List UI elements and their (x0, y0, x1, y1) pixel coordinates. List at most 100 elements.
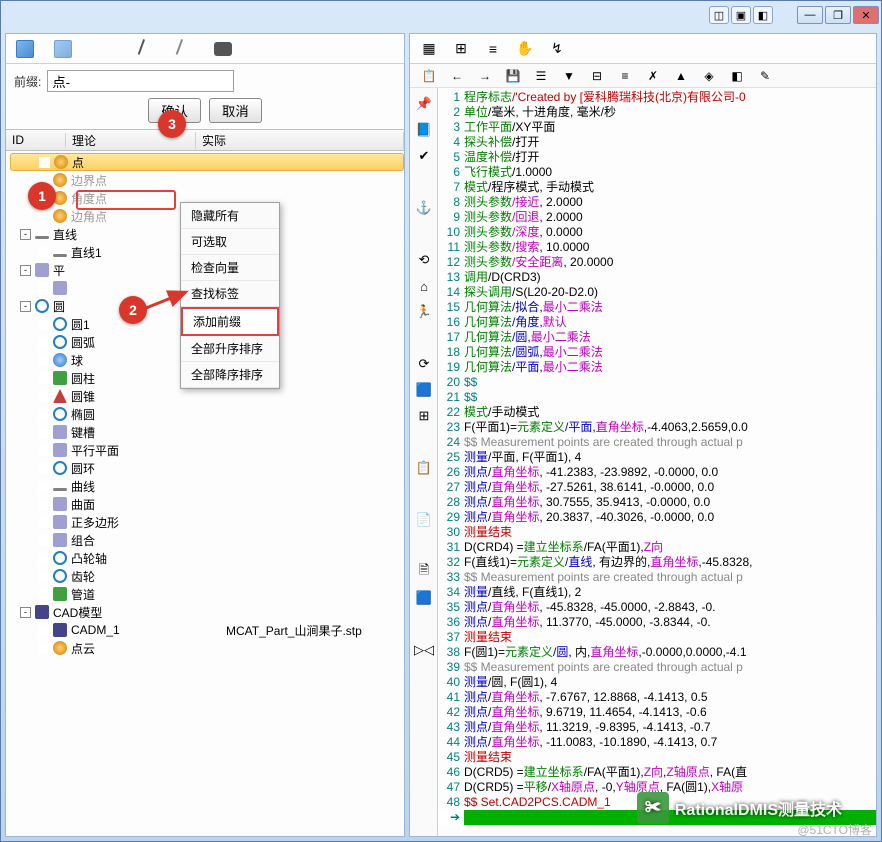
titlebar-icon-a[interactable]: ◫ (709, 6, 729, 24)
code-line[interactable]: 13调用/D(CRD3) (438, 270, 876, 285)
code-line[interactable]: 31D(CRD4) = 建立坐标系/FA(平面1), Z向 (438, 540, 876, 555)
code-line[interactable]: 43 测点/直角坐标, 11.3219, -9.8395, -4.1413, -… (438, 720, 876, 735)
subtoolbar-icon[interactable]: ✗ (644, 67, 662, 85)
gutter-icon[interactable]: ⊞ (414, 406, 434, 426)
code-line[interactable]: 19几何算法/平面, 最小二乘法 (438, 360, 876, 375)
code-line[interactable]: 44 测点/直角坐标, -11.0083, -10.1890, -4.1413,… (438, 735, 876, 750)
tree-toggle[interactable]: - (20, 607, 31, 618)
code-line[interactable]: 5温度补偿/打开 (438, 150, 876, 165)
tree-node[interactable]: 平行平面 (10, 441, 404, 459)
code-line[interactable]: 22模式/手动模式 (438, 405, 876, 420)
tree-node[interactable]: 点云 (10, 639, 404, 657)
tree-node[interactable]: 齿轮 (10, 567, 404, 585)
gutter-icon[interactable]: ▷◁ (414, 640, 434, 660)
toolbar-icon[interactable]: ✋ (516, 40, 534, 58)
toolbar-icon[interactable]: ⊞ (452, 40, 470, 58)
tree-node[interactable]: 曲面 (10, 495, 404, 513)
gutter-icon[interactable]: ⌂ (414, 276, 434, 296)
gutter-icon[interactable]: 📋 (414, 458, 434, 478)
code-line[interactable]: 3工作平面/XY平面 (438, 120, 876, 135)
tree-node[interactable]: -CAD模型 (10, 603, 404, 621)
menu-item[interactable]: 查找标签 (181, 281, 279, 307)
maximize-button[interactable]: ❐ (825, 6, 851, 24)
cancel-button[interactable]: 取消 (209, 98, 262, 123)
code-line[interactable]: 32F(直线1)=元素定义/直线, 有边界的,直角坐标,-45.8328, (438, 555, 876, 570)
code-line[interactable]: 12测头参数/安全距离, 20.0000 (438, 255, 876, 270)
gutter-icon[interactable]: 📘 (414, 120, 434, 140)
tree-node[interactable]: 正多边形 (10, 513, 404, 531)
code-line[interactable]: 27 测点/直角坐标, -27.5261, 38.6141, -0.0000, … (438, 480, 876, 495)
code-line[interactable]: 46D(CRD5) = 建立坐标系/FA(平面1), Z向, Z轴原点, FA(… (438, 765, 876, 780)
code-line[interactable]: 9测头参数/回退, 2.0000 (438, 210, 876, 225)
titlebar-icon-c[interactable]: ◧ (753, 6, 773, 24)
tree-node[interactable]: 边界点 (10, 171, 404, 189)
gutter-icon[interactable]: ✔ (414, 146, 434, 166)
code-line[interactable]: 14探头调用/S(L20-20-D2.0) (438, 285, 876, 300)
code-line[interactable]: 34测量/直线, F(直线1), 2 (438, 585, 876, 600)
menu-item[interactable]: 隐藏所有 (181, 203, 279, 229)
code-line[interactable]: 28 测点/直角坐标, 30.7555, 35.9413, -0.0000, 0… (438, 495, 876, 510)
close-button[interactable]: ✕ (853, 6, 879, 24)
gutter-icon[interactable]: ⟲ (414, 250, 434, 270)
code-line[interactable]: 6飞行模式/1.0000 (438, 165, 876, 180)
code-line[interactable]: 21$$ (438, 390, 876, 405)
subtoolbar-icon[interactable]: ⊟ (588, 67, 606, 85)
code-line[interactable]: 23F(平面1)=元素定义/平面, 直角坐标,-4.4063,2.5659,0.… (438, 420, 876, 435)
subtoolbar-icon[interactable]: ☰ (532, 67, 550, 85)
subtoolbar-icon[interactable]: ← (448, 67, 466, 85)
gutter-icon[interactable]: ⚓ (414, 198, 434, 218)
minimize-button[interactable]: — (797, 6, 823, 24)
code-line[interactable]: 16几何算法/角度, 默认 (438, 315, 876, 330)
cube-icon[interactable] (14, 38, 36, 60)
tree-node[interactable]: 椭圆 (10, 405, 404, 423)
menu-item[interactable]: 检查向量 (181, 255, 279, 281)
tree-toggle[interactable]: - (20, 301, 31, 312)
subtoolbar-icon[interactable]: → (476, 67, 494, 85)
code-line[interactable]: 17几何算法/圆, 最小二乘法 (438, 330, 876, 345)
tree-node[interactable]: 曲线 (10, 477, 404, 495)
gutter-icon[interactable]: ⟳ (414, 354, 434, 374)
pin-icon[interactable] (136, 38, 158, 60)
code-line[interactable]: 35 测点/直角坐标, -45.8328, -45.0000, -2.8843,… (438, 600, 876, 615)
camera-icon[interactable] (212, 38, 234, 60)
code-line[interactable]: 20$$ (438, 375, 876, 390)
toolbar-icon[interactable]: ↯ (548, 40, 566, 58)
code-line[interactable]: 11测头参数/搜索, 10.0000 (438, 240, 876, 255)
code-line[interactable]: 18几何算法/圆弧, 最小二乘法 (438, 345, 876, 360)
menu-item[interactable]: 可选取 (181, 229, 279, 255)
code-line[interactable]: 4探头补偿/打开 (438, 135, 876, 150)
toolbar-icon[interactable]: ▦ (420, 40, 438, 58)
code-line[interactable]: 8测头参数/接近, 2.0000 (438, 195, 876, 210)
gutter-icon[interactable]: 📌 (414, 94, 434, 114)
cube2-icon[interactable] (52, 38, 74, 60)
code-line[interactable]: 10测头参数/深度, 0.0000 (438, 225, 876, 240)
code-line[interactable]: 36 测点/直角坐标, 11.3770, -45.0000, -3.8344, … (438, 615, 876, 630)
tree-toggle[interactable]: - (20, 229, 31, 240)
code-line[interactable]: 25测量/平面, F(平面1), 4 (438, 450, 876, 465)
subtoolbar-icon[interactable]: ✎ (756, 67, 774, 85)
tree-toggle[interactable]: - (20, 265, 31, 276)
subtoolbar-icon[interactable]: 💾 (504, 67, 522, 85)
titlebar-icon-b[interactable]: ▣ (731, 6, 751, 24)
code-line[interactable]: 45测量结束 (438, 750, 876, 765)
code-line[interactable]: 30测量结束 (438, 525, 876, 540)
code-line[interactable]: 26 测点/直角坐标, -41.2383, -23.9892, -0.0000,… (438, 465, 876, 480)
code-line[interactable]: 42 测点/直角坐标, 9.6719, 11.4654, -4.1413, -0… (438, 705, 876, 720)
code-line[interactable]: 33$$ Measurement points are created thro… (438, 570, 876, 585)
gutter-icon[interactable]: 🗎 (414, 562, 434, 582)
tree-node[interactable]: 圆环 (10, 459, 404, 477)
gutter-icon[interactable]: 🏃 (414, 302, 434, 322)
code-line[interactable]: 37测量结束 (438, 630, 876, 645)
menu-item[interactable]: 全部降序排序 (181, 362, 279, 388)
subtoolbar-icon[interactable]: ▼ (560, 67, 578, 85)
code-editor[interactable]: 1程序标志/'Created by [爱科腾瑞科技(北京)有限公司-02单位/毫… (438, 88, 876, 836)
code-line[interactable]: 38F(圆1)=元素定义/圆, 内,直角坐标,-0.0000,0.0000,-4… (438, 645, 876, 660)
subtoolbar-icon[interactable]: ◈ (700, 67, 718, 85)
subtoolbar-icon[interactable]: ≡ (616, 67, 634, 85)
code-line[interactable]: 15几何算法/拟合, 最小二乘法 (438, 300, 876, 315)
gutter-icon[interactable]: 🟦 (414, 588, 434, 608)
code-line[interactable]: 40测量/圆, F(圆1), 4 (438, 675, 876, 690)
tree-node[interactable]: 键槽 (10, 423, 404, 441)
code-line[interactable]: 41 测点/直角坐标, -7.6767, 12.8868, -4.1413, 0… (438, 690, 876, 705)
gutter-icon[interactable]: 📄 (414, 510, 434, 530)
